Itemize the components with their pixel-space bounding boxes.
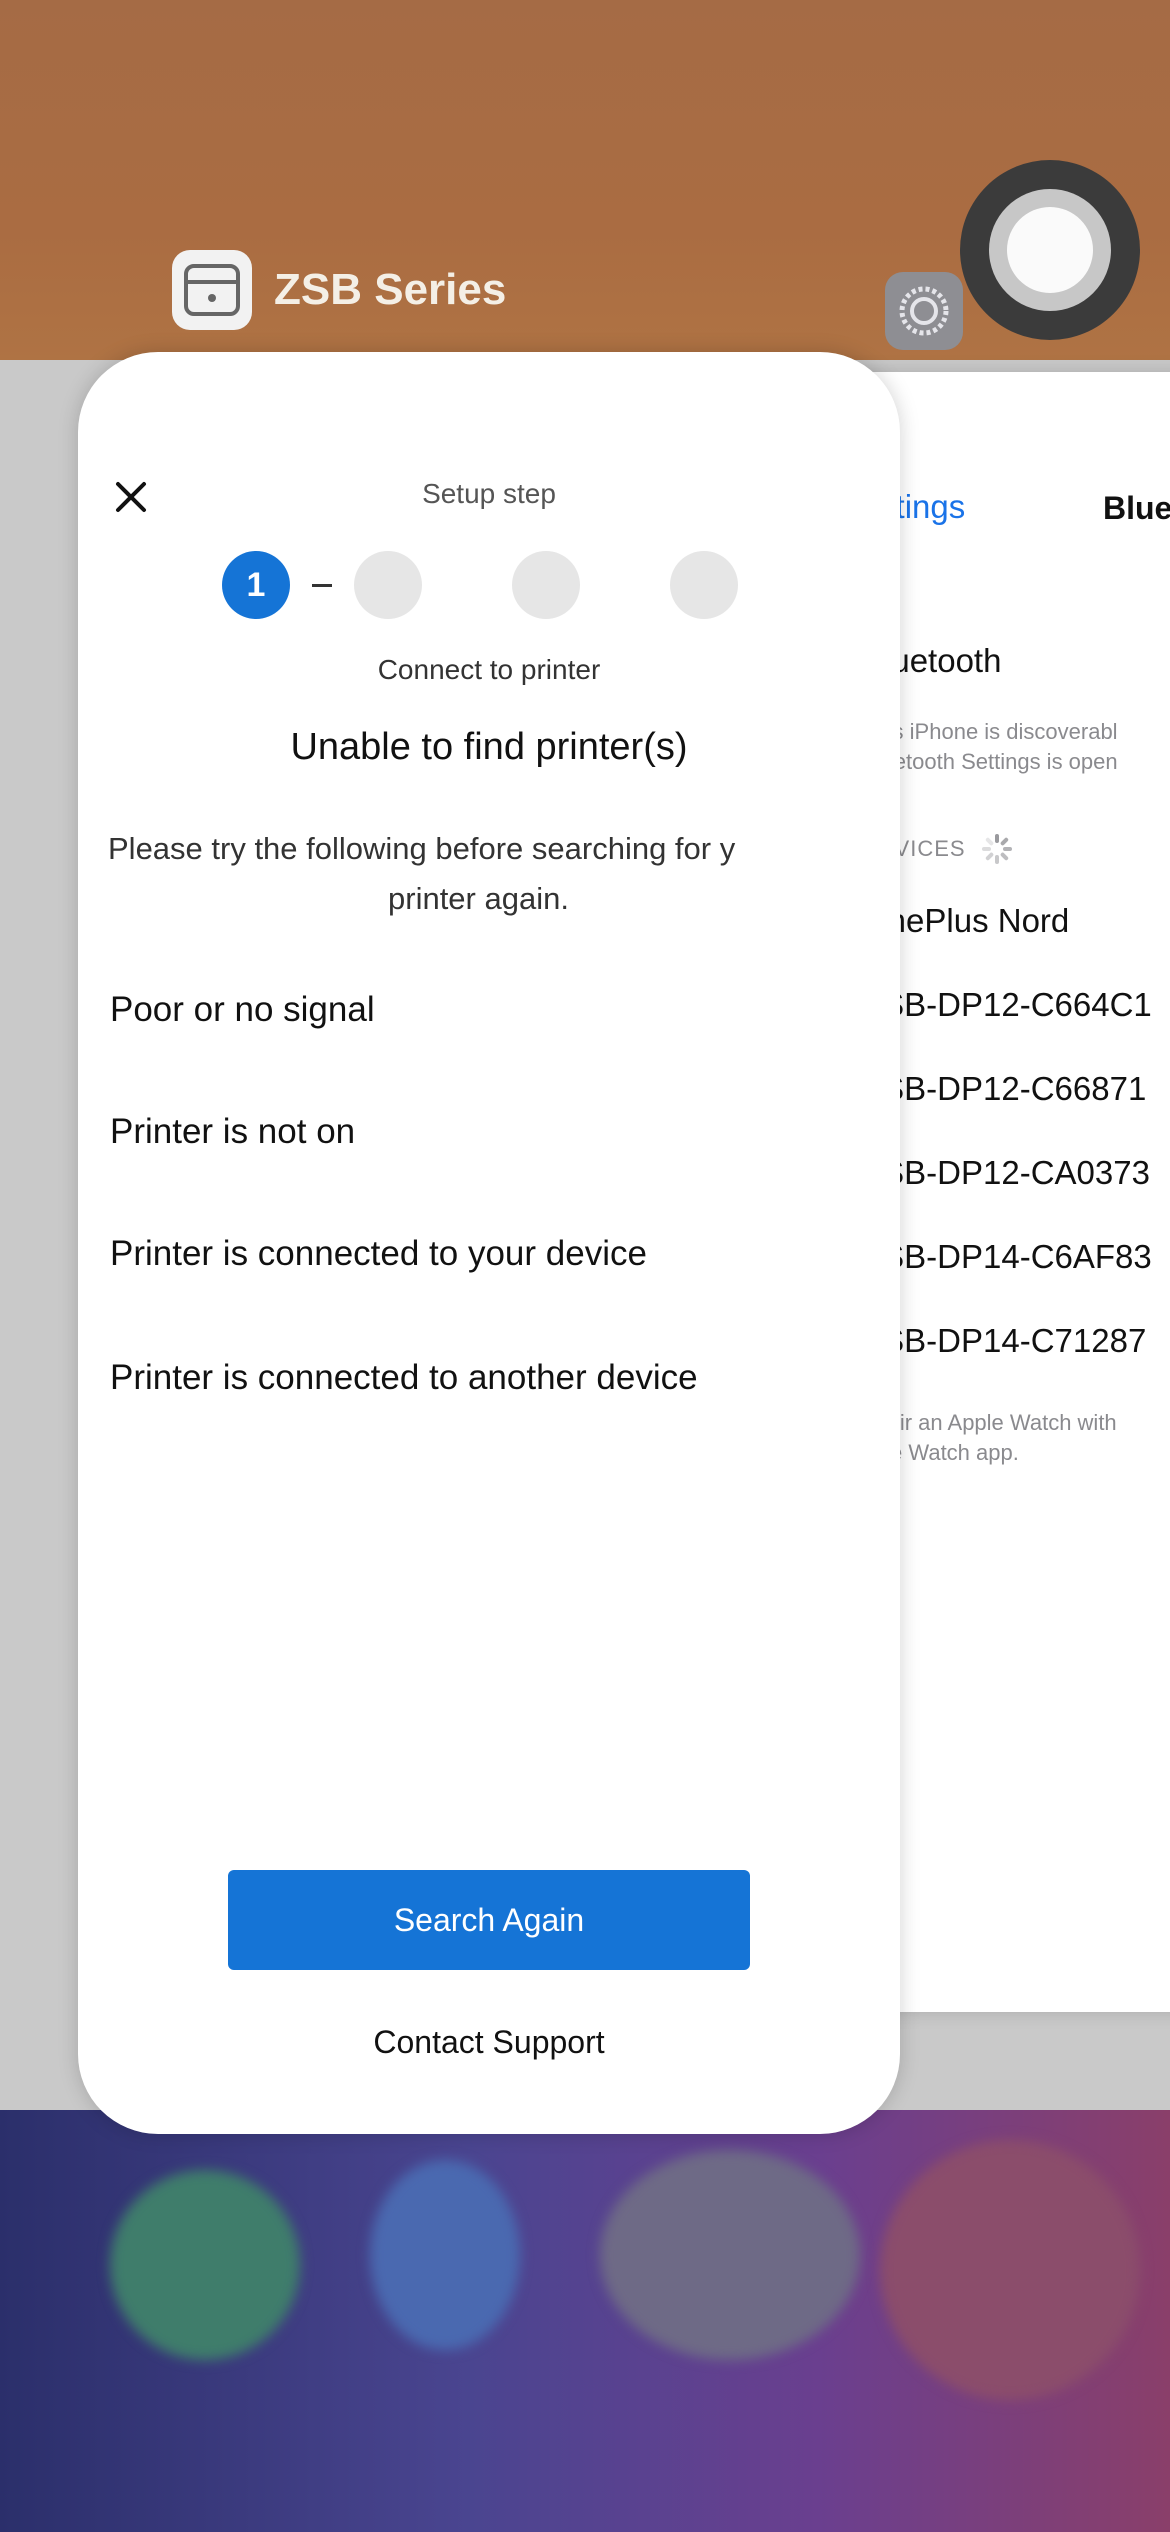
error-headline: Unable to find printer(s) <box>290 726 688 768</box>
app-name: ZSB Series <box>274 265 507 314</box>
troubleshoot-item: Printer is connected to your device <box>110 1234 647 1273</box>
loading-spinner-icon <box>981 834 1012 864</box>
contact-support-link[interactable]: Contact Support <box>78 2024 900 2061</box>
setup-step-title: Setup step <box>422 478 556 509</box>
device-row[interactable]: ZSB-DP12-C66871 <box>862 1070 1146 1108</box>
device-row[interactable]: ZSB-DP14-C6AF83 <box>862 1238 1152 1276</box>
instructions-line2: printer again. <box>388 881 569 916</box>
discoverable-note-line2: Bluetooth Settings is open <box>862 749 1118 774</box>
troubleshoot-item: Printer is connected to another device <box>110 1358 698 1397</box>
search-again-button[interactable]: Search Again <box>228 1870 750 1970</box>
troubleshoot-item: Printer is not on <box>110 1112 356 1151</box>
step-indicator-2 <box>354 551 422 619</box>
nav-title: Blue <box>1103 490 1170 526</box>
zsb-app-card[interactable]: Setup step 1 Connect to printer Unable t… <box>78 352 900 2134</box>
device-row[interactable]: ZSB-DP12-C664C1 <box>862 986 1152 1024</box>
device-row[interactable]: ZSB-DP12-CA0373 <box>862 1154 1150 1192</box>
printer-app-icon[interactable] <box>172 250 252 330</box>
step-indicator-4 <box>670 551 738 619</box>
step-indicator-3 <box>512 551 580 619</box>
troubleshoot-item: Poor or no signal <box>110 990 375 1029</box>
step-subtitle: Connect to printer <box>377 654 601 685</box>
settings-app-icon[interactable] <box>885 272 963 350</box>
app-switcher-header: ZSB Series <box>172 245 506 335</box>
discoverable-note-line1: This iPhone is discoverabl <box>862 719 1118 744</box>
instructions-line1: Please try the following before searchin… <box>108 831 736 866</box>
setup-stepper: 1 <box>222 550 738 620</box>
assistive-touch-button[interactable] <box>960 160 1140 340</box>
step-indicator-1: 1 <box>222 551 290 619</box>
instructions-text: Please try the following before searchin… <box>108 824 900 924</box>
step-connector <box>312 583 332 587</box>
device-row[interactable]: ZSB-DP14-C71287 <box>862 1322 1146 1360</box>
wallpaper-bottom <box>0 2110 1170 2532</box>
